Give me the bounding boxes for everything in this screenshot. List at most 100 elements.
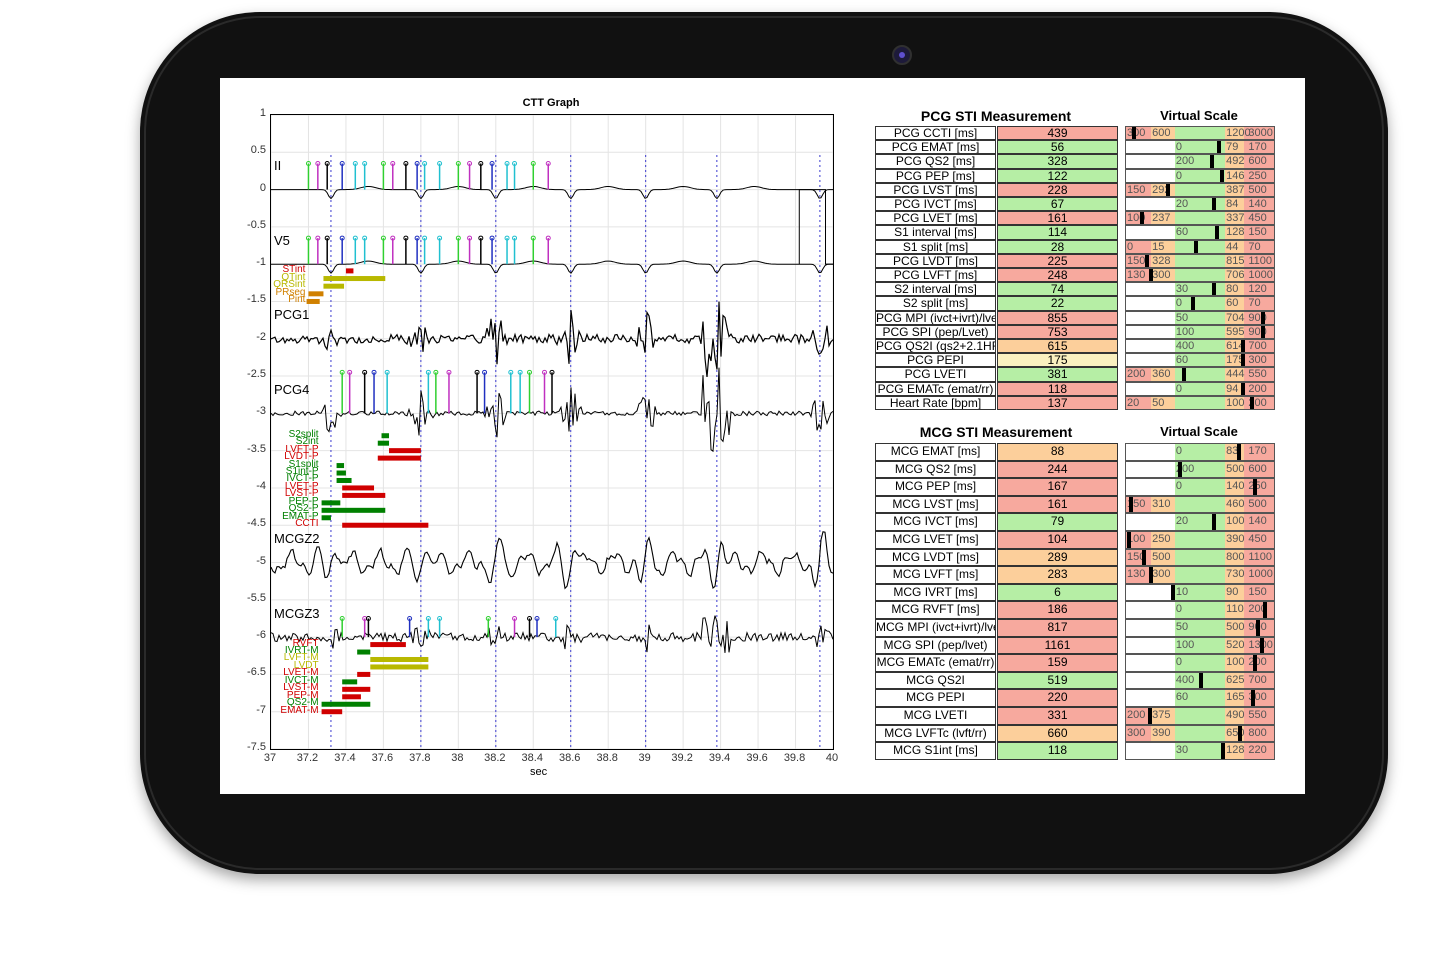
scale-label: 360 (1152, 368, 1171, 381)
sti-name: PCG LVST [ms] (875, 182, 996, 197)
scale-label: 50 (1152, 396, 1165, 409)
interval-bar (377, 455, 421, 461)
sti-name: MCG LVFT [ms] (875, 566, 996, 584)
scale-label: 550 (1248, 368, 1267, 381)
virtual-scale-bar: 30 80 120 (1125, 282, 1275, 297)
sti-name: S1 interval [ms] (875, 225, 996, 240)
scale-label: 140 (1248, 198, 1267, 210)
sti-value: 615 (997, 339, 1118, 354)
scale-label: 704 (1226, 311, 1245, 324)
interval-bar (321, 500, 341, 506)
sti-row: PCG QS2 [ms] 328 200 492 600 (875, 154, 1275, 169)
scale-label: 20 (1175, 515, 1189, 528)
sti-value: 79 (997, 513, 1118, 531)
sti-row: PCG LVET [ms] 161 100 237 337 450 (875, 211, 1275, 226)
mcg-scale-title: Virtual Scale (1160, 424, 1238, 439)
scale-label: 490 (1226, 709, 1245, 721)
scale-label: 1100 (1248, 254, 1273, 267)
sti-row: MCG PEPI 220 60 165 300 (875, 689, 1275, 707)
scale-marker (1147, 708, 1152, 724)
scale-marker (1182, 368, 1187, 381)
scale-marker (1127, 532, 1132, 548)
sti-value: 6 (997, 583, 1118, 602)
sti-name: MCG EMAT [ms] (875, 443, 996, 461)
scale-label: 60 (1226, 297, 1239, 310)
scale-marker (1149, 567, 1154, 583)
virtual-scale-bar: 20 84 140 (1125, 197, 1275, 212)
sti-value: 104 (997, 531, 1118, 549)
sti-row: MCG IVRT [ms] 6 10 90 150 (875, 583, 1275, 602)
sti-row: MCG LVDT [ms] 289 150 500 800 1100 (875, 548, 1275, 567)
scale-segment (1126, 602, 1175, 618)
scale-marker (1170, 584, 1175, 601)
x-tick-label: 38.6 (559, 752, 581, 764)
sti-value: 161 (997, 495, 1118, 514)
scale-marker (1141, 549, 1146, 566)
interval-bar (370, 664, 429, 670)
scale-marker (1238, 725, 1243, 742)
signal-label-mcgz3: MCGZ3 (274, 605, 320, 621)
scale-segment (1174, 444, 1226, 460)
scale-label: 20 (1127, 396, 1140, 409)
sti-value: 161 (997, 211, 1118, 226)
scale-label: 730 (1226, 568, 1245, 581)
scale-label: 128 (1226, 744, 1245, 757)
scale-label: 300 (1152, 269, 1171, 281)
virtual-scale-bar: 200 492 600 (1125, 154, 1275, 169)
scale-label: 60 (1175, 691, 1189, 704)
scale-marker (1149, 269, 1154, 282)
interval-label: EMAT-M (280, 704, 319, 716)
scale-label: 500 (1248, 497, 1267, 510)
scale-marker (1241, 354, 1246, 367)
scale-segment (1174, 567, 1226, 583)
scale-label: 30 (1175, 283, 1189, 296)
scale-label: 120 (1248, 283, 1267, 296)
scale-label: 625 (1226, 673, 1245, 686)
scale-label: 130 (1127, 568, 1146, 581)
scale-label: 150 (1248, 226, 1267, 239)
scale-segment (1126, 672, 1175, 689)
virtual-scale-bar: 300 390 650 800 (1125, 724, 1275, 743)
x-tick-label: 37.6 (371, 752, 394, 764)
scale-label: 0 (1175, 297, 1182, 310)
sti-name: Heart Rate [bpm] (875, 395, 996, 410)
scale-segment (1126, 354, 1175, 367)
scale-marker (1259, 637, 1264, 654)
y-tick-label: 0.5 (250, 144, 266, 157)
scale-label: 800 (1226, 550, 1245, 563)
sti-name: S2 interval [ms] (875, 282, 996, 297)
scale-marker (1212, 283, 1217, 296)
sti-row: PCG LVETI 381 200 360 444 550 (875, 367, 1275, 382)
scale-label: 387 (1226, 183, 1245, 196)
scale-marker (1166, 183, 1171, 196)
scale-marker (1128, 496, 1133, 513)
sti-name: MCG IVRT [ms] (875, 583, 996, 602)
scale-segment (1126, 311, 1175, 324)
signal-label-v5: V5 (274, 232, 290, 248)
sti-row: MCG LVFTc (lvft/rr) 660 300 390 650 800 (875, 724, 1275, 743)
sti-row: PCG LVST [ms] 228 150 292 387 500 (875, 182, 1275, 197)
scale-label: 300 (1127, 726, 1146, 739)
virtual-scale-bar: 60 165 300 (1125, 689, 1275, 707)
scale-label: 450 (1248, 533, 1267, 545)
y-tick-label: -5 (256, 554, 266, 567)
scale-segment (1174, 602, 1226, 618)
virtual-scale-bar: 60 175 300 (1125, 353, 1275, 368)
scale-marker (1212, 198, 1217, 211)
app-screen: CTT Graph 1 0.5 0 -0.5 -1 -1.5 -2 -2.5 -3 -3.5 -4-… (220, 78, 1305, 794)
scale-label: 100 (1175, 325, 1195, 338)
scale-label: 150 (1248, 585, 1267, 598)
sti-value: 331 (997, 707, 1118, 725)
scale-label: 220 (1248, 744, 1267, 757)
scale-segment (1126, 325, 1175, 338)
scale-label: 1000 (1248, 568, 1273, 581)
virtual-scale-bar: 0 83 170 (1125, 443, 1275, 461)
scale-segment (1174, 297, 1226, 310)
scale-label: 170 (1248, 445, 1267, 457)
sti-name: MCG QS2I (875, 671, 996, 690)
sti-row: MCG LVETI 331 200 375 490 550 (875, 707, 1275, 725)
mcg-table-title: MCG STI Measurement (919, 424, 1073, 440)
scale-marker (1249, 396, 1254, 409)
scale-label: 500 (1226, 621, 1245, 633)
scale-marker (1131, 127, 1136, 140)
